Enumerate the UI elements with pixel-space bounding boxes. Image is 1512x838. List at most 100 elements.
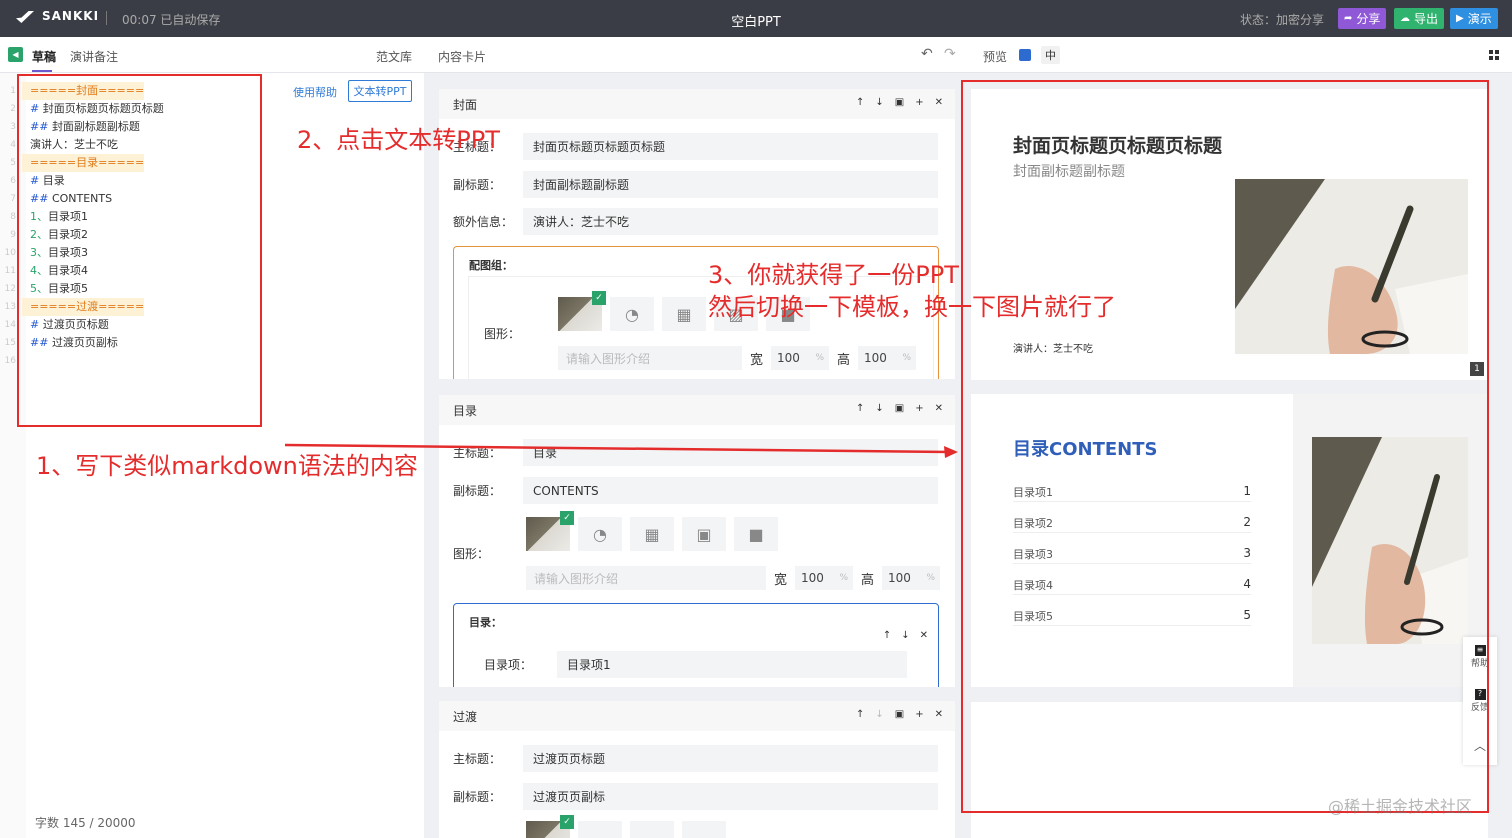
annotation-box-editor	[17, 74, 262, 427]
check-icon: ✓	[560, 511, 574, 525]
copy-icon[interactable]: ▣	[895, 709, 904, 720]
autosave-status: 00:07 已自动保存	[122, 13, 221, 27]
template-library-tab[interactable]: 范文库	[376, 48, 412, 65]
main-title-label: 主标题：	[453, 752, 502, 766]
copy-icon[interactable]: ▣	[895, 97, 904, 108]
width-input[interactable]: 100%	[795, 566, 854, 590]
annotation-step3-line1: 3、你就获得了一份PPT	[708, 261, 959, 289]
card-header: 封面 ↑ ↓ ▣ + ✕	[439, 89, 955, 119]
photo-thumb[interactable]: ✓	[526, 815, 574, 838]
add-icon[interactable]: +	[915, 709, 923, 720]
close-icon[interactable]: ✕	[920, 630, 928, 641]
photo-thumb[interactable]: ✓	[526, 511, 574, 551]
card-actions: ↑ ↓ ▣ + ✕	[856, 97, 943, 108]
redo-icon[interactable]: ↷	[944, 46, 956, 62]
active-tab-indicator	[32, 70, 52, 72]
table-option[interactable]: ▦	[630, 517, 674, 551]
undo-icon[interactable]: ↶	[921, 46, 933, 62]
pie-chart-option[interactable]: ◔	[610, 297, 654, 331]
language-button[interactable]: 中	[1041, 46, 1060, 64]
shape-desc-input[interactable]: 请输入图形介绍	[526, 566, 766, 590]
main-title-input[interactable]: 过渡页页标题	[523, 745, 938, 772]
play-icon: ▶	[1456, 13, 1464, 24]
card-title: 目录	[453, 403, 478, 418]
text-to-ppt-button[interactable]: 文本转PPT	[348, 80, 412, 102]
card-title: 过渡	[453, 709, 478, 724]
card-actions: ↑ ↓ ▣ + ✕	[856, 403, 943, 414]
add-icon[interactable]: +	[915, 403, 923, 414]
close-icon[interactable]: ✕	[935, 97, 943, 108]
toc-item-input[interactable]: 目录项1	[557, 651, 907, 678]
share-status: 状态：加密分享	[1240, 13, 1325, 27]
width-input[interactable]: 100%	[771, 346, 830, 370]
move-up-icon[interactable]: ↑	[856, 403, 864, 414]
subtitle-row: 副标题： 过渡页页副标	[453, 783, 938, 810]
check-icon: ✓	[560, 815, 574, 829]
move-up-icon[interactable]: ↑	[856, 709, 864, 720]
code-option[interactable]: ▣	[682, 517, 726, 551]
extra-info-row: 额外信息： 演讲人：芝士不吃	[453, 208, 938, 235]
height-input[interactable]: 100%	[882, 566, 941, 590]
subtitle-input[interactable]: 过渡页页副标	[523, 783, 938, 810]
subtitle-input[interactable]: CONTENTS	[523, 477, 938, 504]
percent-sign: %	[902, 353, 912, 363]
export-label: 导出	[1414, 12, 1439, 26]
shape-label: 图形：	[484, 327, 521, 341]
close-icon[interactable]: ✕	[935, 709, 943, 720]
collapse-panel-icon[interactable]: ◀	[8, 47, 23, 62]
pie-chart-option[interactable]: ◔	[578, 517, 622, 551]
photo-thumb[interactable]: ✓	[558, 291, 606, 331]
move-up-icon[interactable]: ↑	[883, 630, 891, 641]
move-down-icon[interactable]: ↓	[901, 630, 909, 641]
width-label: 宽	[774, 572, 788, 588]
table-option[interactable]: ▦	[662, 297, 706, 331]
move-down-icon[interactable]: ↓	[875, 97, 883, 108]
shape-desc-input[interactable]: 请输入图形介绍	[558, 346, 742, 370]
toc-item-label: 目录项：	[484, 658, 533, 672]
present-button[interactable]: ▶ 演示	[1450, 8, 1498, 29]
code-option[interactable]	[682, 821, 726, 838]
height-label: 高	[861, 572, 875, 588]
toc-items-box: 目录： ↑ ↓ ✕ 目录项： 目录项1	[453, 603, 939, 687]
move-down-icon[interactable]: ↓	[875, 709, 883, 720]
grid-view-icon[interactable]	[1489, 50, 1499, 60]
shape-desc-row: 请输入图形介绍 宽 100% 高 100%	[526, 566, 941, 590]
move-down-icon[interactable]: ↓	[875, 403, 883, 414]
shape-picker: ✓	[526, 815, 726, 838]
height-input[interactable]: 100%	[858, 346, 917, 370]
table-option[interactable]	[630, 821, 674, 838]
width-value: 100	[777, 351, 800, 365]
add-icon[interactable]: +	[915, 97, 923, 108]
subtitle-row: 副标题： 封面副标题副标题	[453, 171, 938, 198]
shape-picker: ✓ ◔ ▦ ▣ ■	[526, 511, 778, 551]
share-button[interactable]: ➦ 分享	[1338, 8, 1387, 29]
app-logo[interactable]: SANKKI	[16, 8, 99, 24]
theme-color-swatch[interactable]	[1019, 49, 1031, 61]
move-up-icon[interactable]: ↑	[856, 97, 864, 108]
tab-draft[interactable]: 草稿	[32, 48, 56, 65]
subtitle-input[interactable]: 封面副标题副标题	[523, 171, 938, 198]
help-link[interactable]: 使用帮助	[293, 84, 337, 100]
item-actions: ↑ ↓ ✕	[883, 630, 928, 641]
code-icon: ▣	[696, 524, 712, 544]
card-actions: ↑ ↓ ▣ + ✕	[856, 709, 943, 720]
main-title-input[interactable]: 封面页标题页标题页标题	[523, 133, 938, 160]
table-icon: ▦	[676, 304, 692, 324]
tab-speaker-notes[interactable]: 演讲备注	[70, 48, 118, 65]
video-option[interactable]: ■	[734, 517, 778, 551]
check-icon: ✓	[592, 291, 606, 305]
copy-icon[interactable]: ▣	[895, 403, 904, 414]
export-button[interactable]: ☁ 导出	[1394, 8, 1445, 29]
pie-chart-icon: ◔	[625, 304, 639, 324]
pie-chart-option[interactable]	[578, 821, 622, 838]
content-card-tab[interactable]: 内容卡片	[438, 48, 486, 65]
subtitle-row: 副标题： CONTENTS	[453, 477, 938, 504]
image-group-title: 配图组：	[469, 259, 513, 272]
watermark: @稀土掘金技术社区	[1328, 797, 1473, 816]
width-label: 宽	[750, 352, 764, 368]
close-icon[interactable]: ✕	[935, 403, 943, 414]
pie-chart-icon: ◔	[593, 524, 607, 544]
annotation-step3-line2: 然后切换一下模板，换一下图片就行了	[708, 293, 1116, 321]
extra-info-input[interactable]: 演讲人：芝士不吃	[523, 208, 938, 235]
subtitle-label: 副标题：	[453, 484, 502, 498]
